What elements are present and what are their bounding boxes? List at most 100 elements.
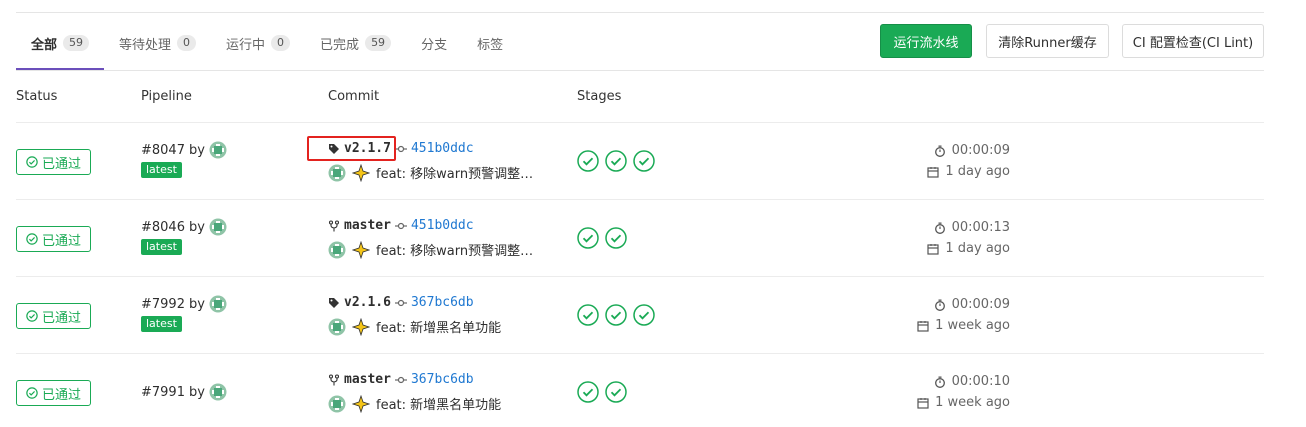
status-badge[interactable]: 已通过 — [16, 380, 91, 406]
commit-ref: master 367bc6db — [328, 372, 474, 387]
stage-passed-icon[interactable] — [577, 227, 599, 249]
latest-badge[interactable]: latest — [141, 239, 182, 255]
sparkles-icon — [352, 163, 370, 182]
check-circle-icon — [26, 310, 38, 322]
commit-icon — [394, 299, 407, 306]
avatar[interactable] — [328, 241, 346, 259]
duration-value: 00:00:13 — [951, 220, 1010, 235]
duration: 00:00:09 — [934, 297, 1010, 312]
pipeline-id: #7991 by — [141, 383, 227, 401]
status-label: 已通过 — [41, 310, 81, 326]
ci-lint-button[interactable]: CI 配置检查(CI Lint) — [1122, 24, 1264, 58]
check-circle-icon — [26, 233, 38, 245]
duration-value: 00:00:09 — [951, 297, 1010, 312]
sparkles-icon — [352, 394, 370, 413]
tab-pending[interactable]: 等待处理 0 — [104, 24, 211, 70]
stage-passed-icon[interactable] — [577, 304, 599, 326]
ref-name[interactable]: v2.1.6 — [344, 295, 391, 310]
tab-running[interactable]: 运行中 0 — [211, 24, 305, 70]
stage-passed-icon[interactable] — [605, 150, 627, 172]
commit-ref: v2.1.7 451b0ddc — [328, 141, 474, 156]
finished-value: 1 day ago — [945, 241, 1010, 256]
calendar-icon — [927, 243, 939, 255]
status-badge[interactable]: 已通过 — [16, 226, 91, 252]
stopwatch-icon — [934, 299, 945, 311]
calendar-icon — [927, 166, 939, 178]
stage-passed-icon[interactable] — [577, 150, 599, 172]
stage-passed-icon[interactable] — [605, 304, 627, 326]
commit-ref: master 451b0ddc — [328, 218, 474, 233]
table-row: 已通过 #8046 by latest master 451b0ddc feat… — [16, 200, 1264, 277]
by-label: by — [188, 219, 205, 235]
finished-time: 1 week ago — [917, 318, 1010, 333]
commit-title[interactable]: feat: 移除warn预警调整为i... — [376, 240, 546, 259]
top-divider — [16, 12, 1264, 13]
check-circle-icon — [26, 156, 38, 168]
clear-runner-cache-button[interactable]: 清除Runner缓存 — [986, 24, 1109, 58]
latest-badge[interactable]: latest — [141, 316, 182, 332]
stage-passed-icon[interactable] — [605, 381, 627, 403]
duration-value: 00:00:09 — [951, 143, 1010, 158]
finished-time: 1 day ago — [927, 164, 1010, 179]
avatar[interactable] — [209, 295, 227, 313]
ref-name[interactable]: master — [344, 372, 391, 387]
finished-time: 1 day ago — [927, 241, 1010, 256]
branch-icon — [328, 219, 340, 231]
check-circle-icon — [26, 387, 38, 399]
ref-name[interactable]: v2.1.7 — [344, 141, 391, 156]
by-label: by — [188, 142, 205, 158]
tab-label: 已完成 — [320, 38, 360, 53]
finished-value: 1 day ago — [945, 164, 1010, 179]
commit-sha[interactable]: 367bc6db — [411, 372, 474, 387]
tab-label: 等待处理 — [119, 38, 172, 53]
status-badge[interactable]: 已通过 — [16, 303, 91, 329]
commit-title[interactable]: feat: 移除warn预警调整为i... — [376, 163, 546, 182]
tab-all[interactable]: 全部 59 — [16, 24, 105, 70]
table-row: 已通过 #7992 by latest v2.1.6 367bc6db feat… — [16, 277, 1264, 354]
pipeline-id: #8047 by — [141, 141, 227, 159]
header-commit: Commit — [328, 89, 380, 104]
commit-sha[interactable]: 367bc6db — [411, 295, 474, 310]
avatar[interactable] — [209, 218, 227, 236]
stage-passed-icon[interactable] — [577, 381, 599, 403]
pipeline-id: #7992 by — [141, 295, 227, 313]
tab-branches[interactable]: 分支 — [406, 24, 462, 70]
commit-sha[interactable]: 451b0ddc — [411, 141, 474, 156]
pipeline-link[interactable]: #7991 — [141, 385, 185, 400]
stage-passed-icon[interactable] — [633, 150, 655, 172]
commit-icon — [394, 145, 407, 152]
duration: 00:00:09 — [934, 143, 1010, 158]
run-pipeline-button[interactable]: 运行流水线 — [880, 24, 972, 58]
stage-list — [577, 150, 655, 172]
avatar[interactable] — [328, 318, 346, 336]
tab-tags[interactable]: 标签 — [462, 24, 518, 70]
commit-title[interactable]: feat: 新增黑名单功能 — [376, 394, 501, 413]
tab-finished[interactable]: 已完成 59 — [305, 24, 406, 70]
pipeline-link[interactable]: #8046 — [141, 220, 185, 235]
table-row: 已通过 #7991 by master 367bc6db feat: 新增黑名单… — [16, 354, 1264, 427]
pipeline-id: #8046 by — [141, 218, 227, 236]
stage-passed-icon[interactable] — [605, 227, 627, 249]
avatar[interactable] — [209, 383, 227, 401]
tab-label: 标签 — [477, 38, 504, 53]
branch-icon — [328, 373, 340, 385]
status-badge[interactable]: 已通过 — [16, 149, 91, 175]
count-badge: 59 — [63, 35, 90, 51]
avatar[interactable] — [328, 164, 346, 182]
commit-title[interactable]: feat: 新增黑名单功能 — [376, 317, 501, 336]
by-label: by — [188, 296, 205, 312]
stopwatch-icon — [934, 376, 945, 388]
latest-badge[interactable]: latest — [141, 162, 182, 178]
count-badge: 59 — [365, 35, 392, 51]
duration-value: 00:00:10 — [951, 374, 1010, 389]
finished-value: 1 week ago — [935, 395, 1010, 410]
duration: 00:00:10 — [934, 374, 1010, 389]
ref-name[interactable]: master — [344, 218, 391, 233]
pipeline-link[interactable]: #7992 — [141, 297, 185, 312]
avatar[interactable] — [209, 141, 227, 159]
commit-sha[interactable]: 451b0ddc — [411, 218, 474, 233]
tag-icon — [329, 143, 339, 154]
pipeline-link[interactable]: #8047 — [141, 143, 185, 158]
avatar[interactable] — [328, 395, 346, 413]
stage-passed-icon[interactable] — [633, 304, 655, 326]
